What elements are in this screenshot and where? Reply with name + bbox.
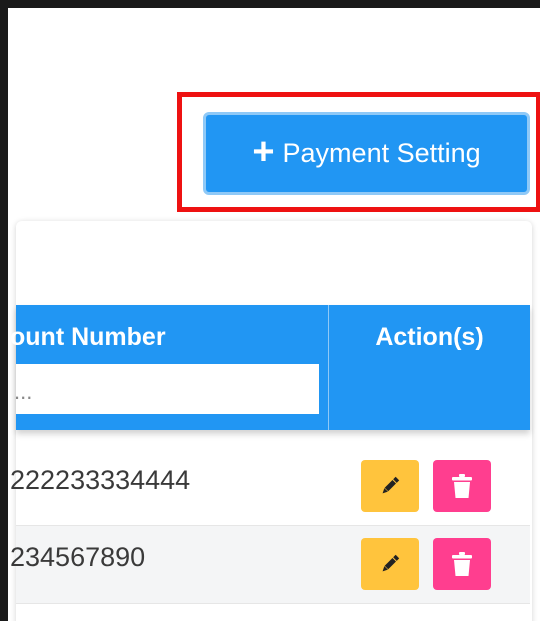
add-payment-setting-label: Payment Setting [282, 138, 481, 168]
delete-button[interactable] [433, 460, 491, 512]
table-row: 234567890 [10, 526, 530, 604]
trash-icon [452, 552, 472, 576]
account-number-filter-input[interactable] [16, 364, 319, 414]
account-number-filter-placeholder: ... [14, 379, 33, 404]
app-viewport: + Payment Setting ount Number ... Action… [0, 0, 540, 621]
add-payment-setting-button[interactable]: + Payment Setting [203, 112, 530, 195]
account-number-header-label: ount Number [10, 323, 166, 351]
pencil-icon [382, 476, 400, 494]
column-header-account-number: ount Number ... [10, 305, 329, 430]
pencil-icon [382, 554, 400, 572]
table-row: 222233334444 [10, 448, 530, 526]
account-number-cell: 222233334444 [10, 465, 191, 495]
plus-icon: + [252, 130, 275, 173]
edit-button[interactable] [361, 538, 419, 590]
table-header: ount Number ... Action(s) [10, 305, 530, 430]
edit-button[interactable] [361, 460, 419, 512]
account-number-cell: 234567890 [10, 542, 146, 572]
delete-button[interactable] [433, 538, 491, 590]
column-header-actions: Action(s) [329, 305, 530, 430]
actions-header-label: Action(s) [375, 323, 484, 351]
trash-icon [452, 474, 472, 498]
